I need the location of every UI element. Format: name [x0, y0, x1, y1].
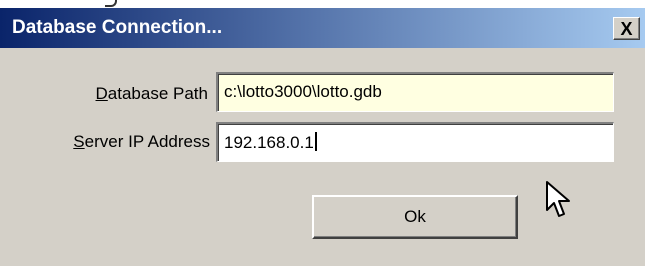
database-path-field[interactable]: c:\lotto3000\lotto.gdb: [216, 72, 614, 112]
database-path-mnemonic: D: [95, 84, 108, 103]
close-icon: X: [620, 18, 633, 39]
server-ip-mnemonic: S: [73, 132, 85, 151]
text-caret: [314, 132, 317, 151]
ok-button[interactable]: Ok: [312, 195, 518, 239]
ok-button-label: Ok: [404, 207, 426, 226]
server-ip-field[interactable]: 192.168.0.1: [216, 122, 614, 162]
top-window-strip: [0, 0, 645, 8]
database-path-value: c:\lotto3000\lotto.gdb: [224, 82, 382, 101]
database-path-label-text: atabase Path: [107, 84, 208, 103]
database-path-label: Database Path: [40, 84, 208, 104]
window-title: Database Connection...: [12, 17, 223, 38]
close-button[interactable]: X: [613, 17, 640, 40]
server-ip-label: Server IP Address: [20, 132, 210, 152]
server-ip-value: 192.168.0.1: [224, 133, 314, 152]
server-ip-label-text: erver IP Address: [84, 132, 210, 151]
dialog-bottom-edge: [0, 258, 645, 266]
partial-glyph: [105, 0, 117, 7]
mouse-pointer-icon: [546, 181, 570, 217]
